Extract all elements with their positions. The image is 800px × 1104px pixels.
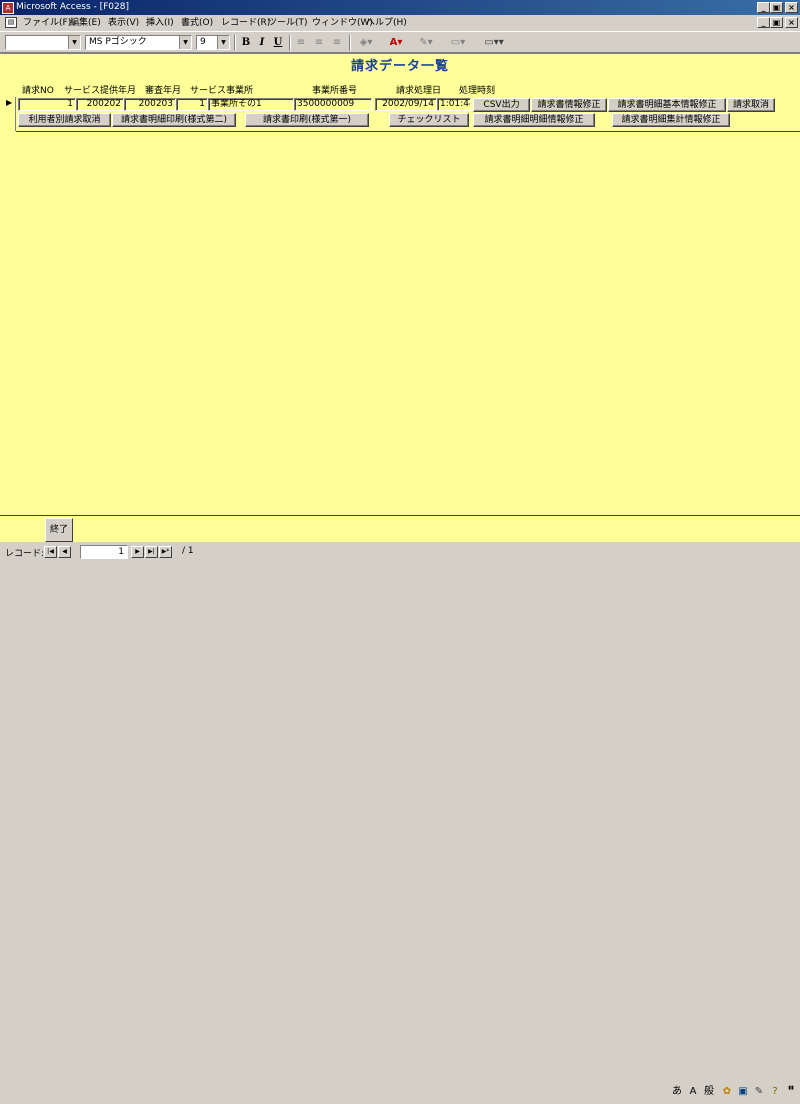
menu-format[interactable]: 書式(O): [181, 17, 213, 29]
csv-export-button[interactable]: CSV出力: [473, 98, 530, 112]
menu-file[interactable]: ファイル(F): [23, 17, 71, 29]
record-selector[interactable]: ▶: [4, 97, 16, 131]
chevron-down-icon[interactable]: ▼: [179, 36, 191, 49]
footer-divider: [0, 515, 800, 516]
font-name-value: MS Pゴシック: [89, 37, 147, 47]
menu-tools[interactable]: ツール(T): [268, 17, 308, 29]
menu-insert[interactable]: 挿入(I): [146, 17, 174, 29]
office-code-field[interactable]: 1: [176, 98, 208, 111]
access-key-icon[interactable]: A: [2, 2, 14, 14]
line-color-icon[interactable]: ✎▾: [413, 35, 439, 51]
header-claim-no: 請求NO: [22, 86, 54, 96]
menu-window[interactable]: ウィンドウ(W): [312, 17, 373, 29]
doc-close-button[interactable]: ×: [785, 17, 798, 28]
cancel-by-user-button[interactable]: 利用者別請求取消: [18, 113, 111, 127]
chevron-down-icon[interactable]: ▼: [68, 36, 80, 49]
font-size-value: 9: [200, 37, 206, 47]
line-width-icon[interactable]: ▭▾: [445, 35, 471, 51]
current-record-icon: ▶: [6, 98, 13, 107]
minimize-button[interactable]: _: [757, 2, 770, 13]
document-icon[interactable]: ▤: [5, 17, 17, 28]
align-left-icon[interactable]: ≡: [293, 35, 309, 51]
ime-dictionary-icon[interactable]: ✎: [752, 1085, 766, 1099]
object-combo[interactable]: ▼: [5, 35, 81, 50]
edit-detail-basic-info-button[interactable]: 請求書明細基本情報修正: [608, 98, 726, 112]
fill-color-icon[interactable]: ◈▾: [353, 35, 379, 51]
header-service-office: サービス事業所: [190, 86, 254, 96]
formatting-toolbar: ▼ MS Pゴシック ▼ 9 ▼ B I U ≡ ≡ ≡ ◈▾ A▾ ✎▾ ▭▾…: [0, 31, 800, 53]
form-title: 請求データ一覧: [350, 59, 449, 74]
align-center-icon[interactable]: ≡: [311, 35, 327, 51]
ime-mode-icon[interactable]: あ: [670, 1085, 684, 1099]
edit-claim-info-button[interactable]: 請求書情報修正: [531, 98, 607, 112]
caps-kana-icon: ▮▮: [788, 1085, 794, 1091]
office-number-field[interactable]: 3500000009: [294, 98, 372, 111]
first-record-button[interactable]: |◀: [44, 546, 57, 558]
header-process-time: 処理時刻: [459, 86, 496, 96]
header-office-number: 事業所番号: [312, 86, 358, 96]
record-navigation-bar: レコード: |◀ ◀ 1 ▶ ▶| ▶* / 1 あ A 般 ✿ ▣ ✎ ? ▮…: [0, 542, 800, 1097]
toolbar-separator: [289, 35, 291, 51]
doc-minimize-button[interactable]: _: [757, 17, 770, 28]
font-size-combo[interactable]: 9 ▼: [196, 35, 230, 50]
edit-detail-total-info-button[interactable]: 請求書明細集計情報修正: [612, 113, 730, 127]
next-record-button[interactable]: ▶: [131, 546, 144, 558]
ime-help-icon[interactable]: ?: [768, 1085, 782, 1099]
maximize-button[interactable]: ▣: [770, 2, 783, 13]
toolbar-separator: [234, 35, 236, 51]
menu-edit[interactable]: 編集(E): [70, 17, 101, 29]
cancel-claim-button[interactable]: 請求取消: [727, 98, 775, 112]
record-total: / 1: [182, 546, 194, 556]
process-date-field[interactable]: 2002/09/14: [375, 98, 437, 111]
office-name-field[interactable]: 事業所その1: [208, 98, 294, 111]
special-effect-icon[interactable]: ▭▾▾: [477, 35, 511, 51]
checklist-button[interactable]: チェックリスト: [389, 113, 469, 127]
menu-bar: ▤ ファイル(F) 編集(E) 表示(V) 挿入(I) 書式(O) レコード(R…: [0, 15, 800, 31]
ime-tool-icon[interactable]: ✿: [720, 1085, 734, 1099]
bold-button[interactable]: B: [238, 35, 254, 51]
record-label: レコード:: [5, 549, 45, 559]
window-title: Microsoft Access - [F028]: [16, 2, 129, 12]
form-area: 請求データ一覧 請求NO サービス提供年月 審査年月 サービス事業所 事業所番号…: [0, 53, 800, 542]
italic-button[interactable]: I: [254, 35, 270, 51]
menu-view[interactable]: 表示(V): [108, 17, 139, 29]
underline-button[interactable]: U: [270, 35, 286, 51]
menu-records[interactable]: レコード(R): [221, 17, 270, 29]
review-month-field[interactable]: 200203: [124, 98, 176, 111]
new-record-button[interactable]: ▶*: [159, 546, 172, 558]
ime-input-icon[interactable]: A: [686, 1085, 700, 1099]
last-record-button[interactable]: ▶|: [145, 546, 158, 558]
font-color-icon[interactable]: A▾: [383, 35, 409, 51]
header-review-month: 審査年月: [145, 86, 182, 96]
ime-conversion-icon[interactable]: 般: [702, 1085, 716, 1099]
record-divider: [16, 131, 800, 132]
title-bar: A Microsoft Access - [F028] _ ▣ ×: [0, 0, 800, 15]
chevron-down-icon[interactable]: ▼: [217, 36, 229, 49]
previous-record-button[interactable]: ◀: [58, 546, 71, 558]
claim-no-field[interactable]: 1: [18, 98, 76, 111]
service-month-field[interactable]: 200202: [76, 98, 124, 111]
font-name-combo[interactable]: MS Pゴシック ▼: [85, 35, 192, 50]
print-claim-form1-button[interactable]: 請求書印刷(様式第一): [245, 113, 369, 127]
ime-pad-icon[interactable]: ▣: [736, 1085, 750, 1099]
toolbar-separator: [349, 35, 351, 51]
ime-toolbar: あ A 般 ✿ ▣ ✎ ? ▮▮: [668, 1082, 800, 1104]
close-window-button[interactable]: ×: [785, 2, 798, 13]
doc-restore-button[interactable]: ▣: [770, 17, 783, 28]
align-right-icon[interactable]: ≡: [329, 35, 345, 51]
header-service-month: サービス提供年月: [64, 86, 137, 96]
process-time-field[interactable]: 1:01:44: [437, 98, 471, 111]
current-record-input[interactable]: 1: [80, 545, 128, 559]
header-process-date: 請求処理日: [396, 86, 442, 96]
exit-button[interactable]: 終了: [45, 518, 73, 542]
edit-detail-line-info-button[interactable]: 請求書明細明細情報修正: [473, 113, 595, 127]
print-detail-form2-button[interactable]: 請求書明細印刷(様式第二): [112, 113, 236, 127]
menu-help[interactable]: ヘルプ(H): [366, 17, 407, 29]
